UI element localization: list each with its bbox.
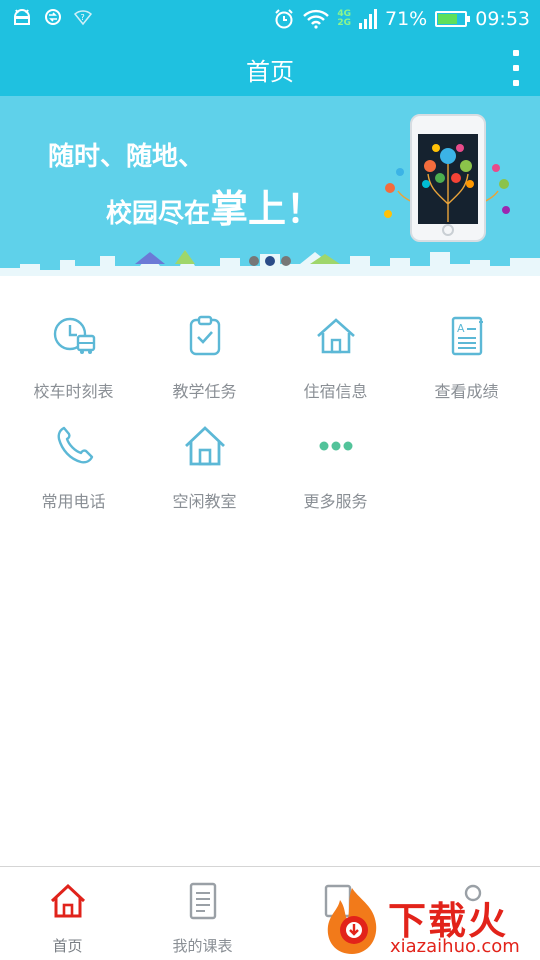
- service-bus-schedule[interactable]: 校车时刻表: [6, 300, 141, 401]
- tab-my-schedule[interactable]: 我的课表: [135, 867, 270, 960]
- network-type: 4G 2G: [337, 10, 351, 28]
- wifi-icon: [303, 9, 330, 29]
- banner-slogan-prefix: 校园尽在: [106, 199, 211, 229]
- tab-home[interactable]: 首页: [0, 867, 135, 960]
- carousel-dot[interactable]: [249, 256, 259, 266]
- wifi-question-icon: ?: [74, 10, 92, 26]
- service-label: 住宿信息: [303, 382, 368, 401]
- status-bar: ? 4G 2G 71% 09:53: [0, 0, 540, 38]
- battery-icon: [435, 11, 471, 27]
- banner-slogan-line2: 校园尽在掌上！: [106, 178, 324, 233]
- service-label: 空闲教室: [172, 492, 237, 511]
- banner-slogan-emphasis: 掌上！: [210, 186, 325, 231]
- carousel-pager: [0, 256, 540, 266]
- clock: 09:53: [475, 8, 530, 30]
- sync-icon: [45, 9, 61, 25]
- menu-dot: [513, 50, 519, 56]
- tab-label: 我的课表: [172, 937, 233, 955]
- alarm-icon: [275, 9, 294, 29]
- flame-logo: [327, 888, 377, 954]
- service-more[interactable]: 更多服务: [268, 410, 403, 511]
- network-2g-label: 2G: [337, 18, 351, 28]
- service-label: 教学任务: [172, 382, 237, 401]
- bus-clock-icon: [53, 317, 95, 354]
- service-free-classrooms[interactable]: 空闲教室: [137, 410, 272, 511]
- more-dots-icon: [319, 441, 352, 451]
- watermark: 下载火 xiazaihuo.com: [318, 884, 540, 960]
- service-common-phones[interactable]: 常用电话: [6, 410, 141, 511]
- service-label: 校车时刻表: [33, 382, 114, 401]
- carousel-dot[interactable]: [281, 256, 291, 266]
- service-label: 更多服务: [303, 492, 368, 511]
- banner-carousel[interactable]: 随时、随地、 校园尽在掌上！: [0, 96, 540, 276]
- phone-screen: [418, 134, 478, 224]
- page-title: 首页: [246, 58, 294, 86]
- carousel-dot[interactable]: [265, 256, 275, 266]
- house-icon: [184, 426, 225, 466]
- banner-slogan-line1: 随时、随地、: [48, 142, 205, 172]
- grade-report-icon: A: [451, 316, 483, 356]
- schedule-icon: [189, 882, 216, 920]
- service-teaching-tasks[interactable]: 教学任务: [137, 300, 272, 401]
- menu-dot: [513, 80, 519, 86]
- menu-dot: [513, 65, 519, 71]
- battery-level: [438, 14, 457, 24]
- overflow-menu-button[interactable]: [506, 48, 526, 88]
- tab-label: 首页: [52, 937, 83, 955]
- android-icon: [13, 9, 31, 25]
- svg-text:A: A: [457, 322, 465, 335]
- service-view-grades[interactable]: A 查看成绩: [399, 300, 534, 401]
- phone-home-button: [442, 224, 454, 236]
- battery-percent: 71%: [385, 8, 428, 30]
- app-header: 首页: [0, 38, 540, 96]
- watermark-domain: xiazaihuo.com: [390, 936, 520, 957]
- phone-illustration: [410, 114, 486, 242]
- clipboard-check-icon: [189, 315, 220, 356]
- house-outline-icon: [316, 318, 355, 354]
- service-label: 常用电话: [41, 492, 106, 511]
- phone-icon: [57, 426, 93, 464]
- home-icon: [50, 883, 85, 918]
- svg-text:?: ?: [81, 13, 85, 22]
- service-dorm-info[interactable]: 住宿信息: [268, 300, 403, 401]
- service-label: 查看成绩: [434, 382, 499, 401]
- signal-icon: [359, 9, 377, 29]
